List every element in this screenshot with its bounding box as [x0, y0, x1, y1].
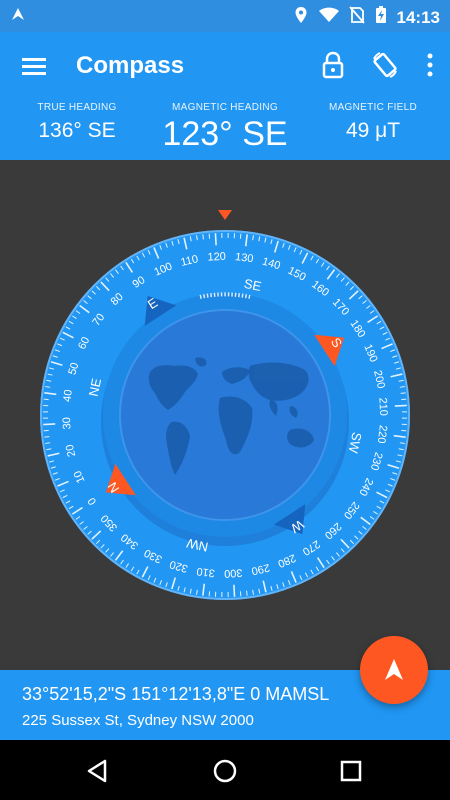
system-nav-bar — [0, 740, 450, 800]
magnetic-heading-value: 123° SE — [162, 115, 288, 153]
dial-tick — [44, 436, 50, 438]
magnetic-field-value: 49 μT — [345, 119, 401, 142]
dial-degree-label: 130 — [234, 251, 254, 265]
navigation-fab-button[interactable] — [360, 636, 428, 704]
screen-rotation-icon[interactable] — [370, 50, 400, 85]
menu-icon[interactable] — [20, 52, 50, 82]
dial-tick — [246, 590, 248, 596]
true-heading: TRUE HEADING 136° SE — [12, 102, 142, 143]
dial-tick — [394, 404, 407, 407]
app-title: Compass — [76, 52, 185, 79]
back-icon[interactable] — [85, 758, 111, 784]
magnetic-field-label: MAGNETIC FIELD — [328, 102, 418, 113]
dial-tick — [202, 234, 204, 240]
more-vert-icon[interactable] — [426, 52, 434, 83]
notification-arrow-icon — [10, 6, 26, 27]
lock-icon[interactable] — [322, 51, 344, 84]
recents-icon[interactable] — [338, 758, 364, 784]
location-icon — [293, 6, 309, 29]
app-bar: Compass — [0, 32, 450, 102]
dial-degree-label: 40 — [61, 389, 74, 403]
address-text: 225 Sussex St, Sydney NSW 2000 — [22, 712, 254, 729]
coordinates-text: 33°52'15,2"S 151°12'13,8"E 0 MAMSL — [22, 684, 330, 704]
dial-degree-label: 310 — [196, 565, 216, 579]
wifi-icon — [318, 7, 339, 28]
magnetic-heading: MAGNETIC HEADING 123° SE — [150, 102, 300, 154]
magnetic-heading-label: MAGNETIC HEADING — [172, 102, 278, 113]
battery-charging-icon — [375, 6, 387, 29]
no-sim-icon — [348, 6, 365, 29]
magnetic-field: MAGNETIC FIELD 49 μT — [308, 102, 438, 143]
dial-tick — [43, 423, 56, 426]
dial-degree-label: 210 — [376, 397, 389, 416]
dial-degree-label: 120 — [207, 251, 226, 264]
dial-tick — [233, 584, 236, 597]
true-heading-label: TRUE HEADING — [37, 102, 117, 113]
true-heading-value: 136° SE — [38, 119, 116, 142]
heading-pointer-icon — [218, 210, 232, 220]
home-icon[interactable] — [212, 758, 238, 784]
dial-degree-label: 30 — [61, 417, 74, 430]
dial-tick — [214, 233, 217, 246]
compass-dial[interactable]: 0102030405060708090100 110 120 130 140150160… — [0, 160, 450, 670]
status-bar: 14:13 — [0, 0, 450, 32]
dial-degree-label: 220 — [375, 424, 389, 444]
dial-degree-label: 300 — [224, 566, 243, 579]
navigation-arrow-icon — [385, 659, 403, 680]
status-clock: 14:13 — [396, 7, 440, 27]
heading-metrics: TRUE HEADING 136° SE MAGNETIC HEADING 12… — [0, 102, 450, 160]
compass-area: 0 10 20 30 40 50 60 70 80 90 100 110 120 130 140 150 160… — [0, 160, 450, 670]
dial-tick — [400, 392, 406, 394]
